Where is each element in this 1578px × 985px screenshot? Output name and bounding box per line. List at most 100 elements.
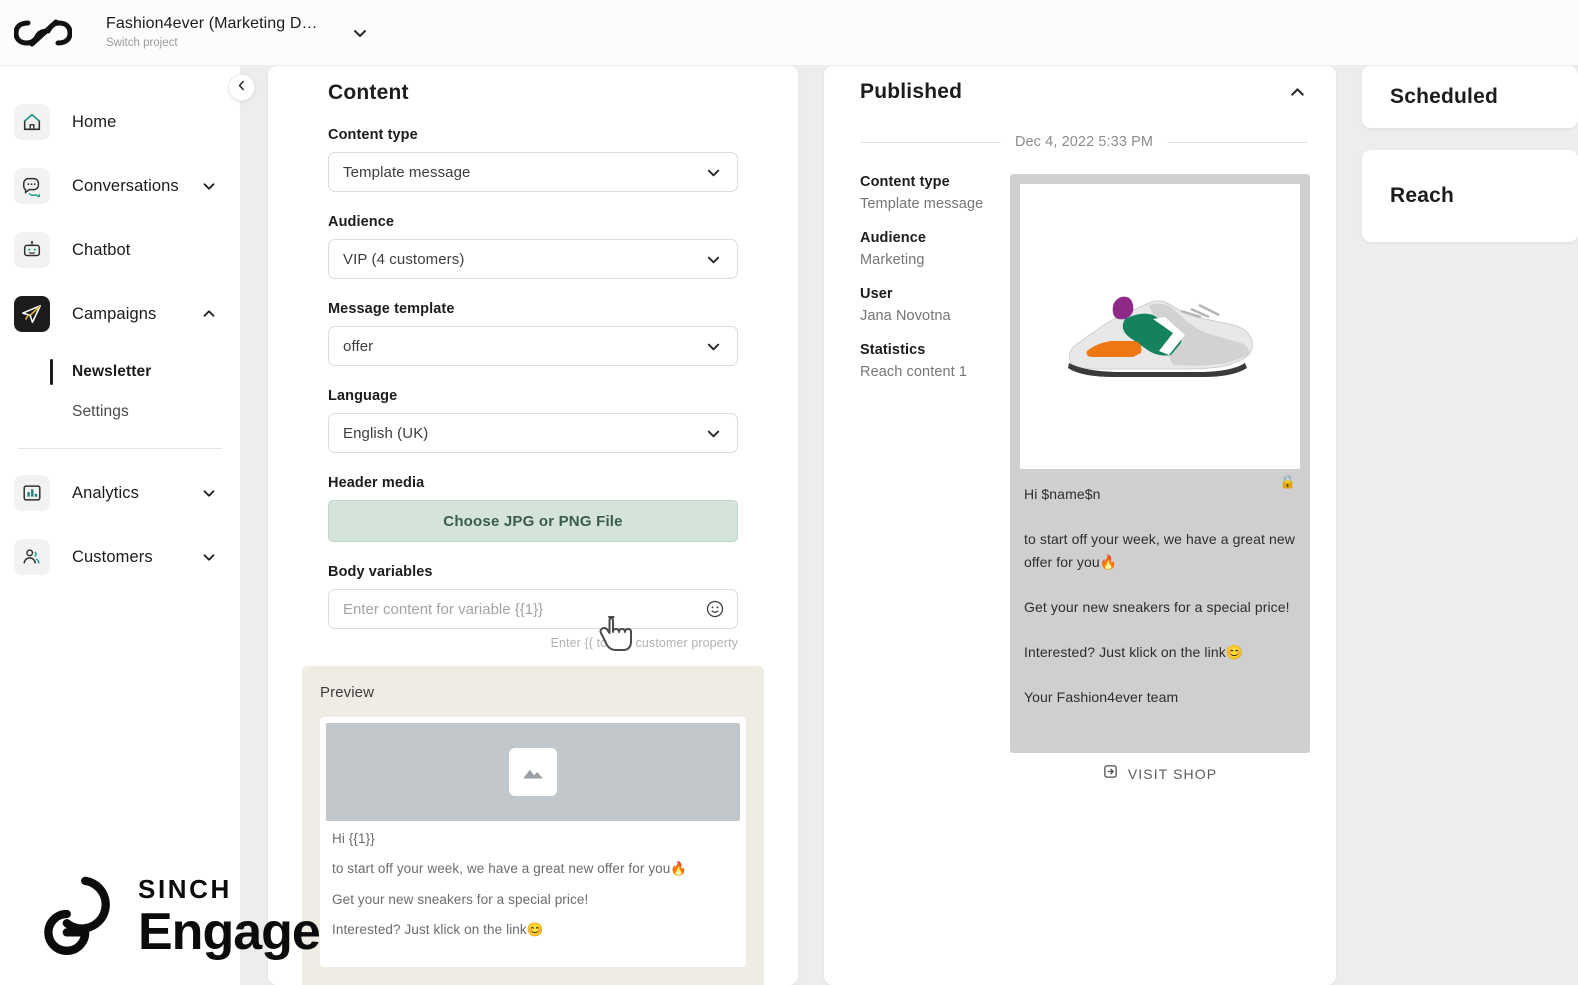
published-body: Content type Template message Audience M…	[846, 174, 1314, 790]
sidebar-item-label: Home	[72, 112, 117, 131]
chevron-left-icon	[235, 79, 248, 97]
chevron-down-icon	[704, 424, 723, 443]
body-variable-input[interactable]	[343, 600, 693, 618]
sidebar-item-chatbot[interactable]: Chatbot	[0, 224, 240, 276]
pin-icon: 🔒	[1279, 474, 1296, 489]
sidebar-subitem-newsletter[interactable]: Newsletter	[0, 352, 240, 392]
chevron-down-icon	[704, 163, 723, 182]
preview-message-card: Hi {{1}} to start off your week, we have…	[320, 717, 746, 967]
field-label: Body variables	[328, 564, 433, 580]
sidebar-item-label: Analytics	[72, 483, 139, 502]
select-value: Template message	[343, 163, 471, 181]
sidebar-divider	[18, 448, 222, 449]
bubble-line: Get your new sneakers for a special pric…	[1024, 599, 1290, 615]
published-date: Dec 4, 2022 5:33 PM	[1014, 134, 1154, 150]
image-placeholder-icon	[509, 748, 557, 796]
page-title: Content	[328, 81, 409, 104]
sidebar-item-label: Campaigns	[72, 304, 157, 323]
published-title: Published	[860, 80, 963, 103]
sinch-engage-logo: SINCH Engage	[30, 868, 321, 965]
field-body-variables: Body variables Enter {{ to add customer …	[288, 564, 778, 650]
scheduled-label: Scheduled	[1390, 85, 1498, 108]
chevron-down-icon	[704, 250, 723, 269]
language-select[interactable]: English (UK)	[328, 413, 738, 453]
sidebar-item-campaigns[interactable]: Campaigns	[0, 288, 240, 340]
field-label: Message template	[328, 301, 455, 317]
meta-value: Template message	[860, 196, 984, 212]
meta-value: Marketing	[860, 252, 925, 268]
sidebar-item-label: Conversations	[72, 176, 179, 195]
choose-file-button[interactable]: Choose JPG or PNG File	[328, 500, 738, 542]
switch-project-label: Switch project	[106, 36, 178, 49]
select-value: English (UK)	[343, 424, 429, 442]
logo-sinch-text: SINCH	[138, 873, 232, 904]
chevron-up-icon[interactable]	[200, 305, 218, 323]
reach-card[interactable]: Reach	[1362, 150, 1578, 242]
chevron-down-icon	[704, 337, 723, 356]
field-language: Language English (UK)	[288, 388, 778, 453]
preview-title: Preview	[320, 684, 375, 701]
chevron-down-icon[interactable]	[200, 484, 218, 502]
sidebar-item-analytics[interactable]: Analytics	[0, 467, 240, 519]
sneaker-photo	[1020, 184, 1300, 469]
chat-bubble-icon	[14, 168, 50, 204]
sidebar-subitem-label: Settings	[72, 403, 129, 420]
logo-engage-text: Engage	[138, 902, 321, 961]
sidebar-item-customers[interactable]: Customers	[0, 531, 240, 583]
field-header-media: Header media Choose JPG or PNG File	[288, 475, 778, 542]
paper-plane-icon	[14, 296, 50, 332]
field-label: Language	[328, 388, 398, 404]
sinch-infinity-logo	[10, 16, 76, 50]
sidebar-item-label: Chatbot	[72, 240, 131, 259]
meta-key: Audience	[860, 230, 927, 246]
sidebar-subitem-settings[interactable]: Settings	[0, 392, 240, 432]
home-icon	[14, 104, 50, 140]
meta-value: Jana Novotna	[860, 308, 951, 324]
divider-line	[860, 141, 1001, 143]
meta-key: Content type	[860, 174, 950, 190]
bar-chart-icon	[14, 475, 50, 511]
choose-file-label: Choose JPG or PNG File	[443, 512, 623, 530]
scheduled-card[interactable]: Scheduled	[1362, 66, 1578, 128]
sinch-circle-logo	[30, 868, 122, 965]
published-date-row: Dec 4, 2022 5:33 PM	[860, 134, 1308, 150]
content-panel: Content Content type Template message Au…	[268, 66, 798, 985]
right-panel: Scheduled Reach	[1362, 66, 1578, 985]
smiley-face-icon[interactable]	[705, 599, 725, 619]
sidebar-collapse-button[interactable]	[228, 74, 255, 101]
divider-line	[1167, 141, 1308, 143]
logo-wordmark: SINCH Engage	[138, 873, 321, 961]
body-variable-input-wrap[interactable]	[328, 589, 738, 629]
preview-image-area	[326, 723, 740, 821]
published-panel: Published Dec 4, 2022 5:33 PM Content ty…	[824, 66, 1336, 985]
content-type-select[interactable]: Template message	[328, 152, 738, 192]
field-label: Audience	[328, 214, 395, 230]
reach-label: Reach	[1390, 184, 1455, 207]
project-switcher[interactable]: Fashion4ever (Marketing D… Switch projec…	[106, 14, 370, 52]
sidebar-item-home[interactable]: Home	[0, 96, 240, 148]
sidebar-item-conversations[interactable]: Conversations	[0, 160, 240, 212]
chevron-down-icon[interactable]	[350, 23, 370, 43]
external-link-icon	[1103, 764, 1118, 784]
visit-shop-button[interactable]: VISIT SHOP	[1010, 758, 1310, 790]
chevron-down-icon[interactable]	[200, 177, 218, 195]
field-content-type: Content type Template message	[288, 127, 778, 192]
audience-select[interactable]: VIP (4 customers)	[328, 239, 738, 279]
sidebar-item-label: Customers	[72, 547, 153, 566]
message-template-select[interactable]: offer	[328, 326, 738, 366]
chevron-down-icon[interactable]	[200, 548, 218, 566]
active-indicator	[50, 359, 53, 385]
people-icon	[14, 539, 50, 575]
field-label: Header media	[328, 475, 425, 491]
meta-key: User	[860, 286, 893, 302]
message-preview-column: 🔒 Hi $name$n to start off your week, we …	[1010, 174, 1314, 790]
chevron-up-icon[interactable]	[1287, 82, 1308, 103]
bubble-line: Your Fashion4ever team	[1024, 689, 1179, 705]
preview-line: to start off your week, we have a great …	[332, 861, 688, 876]
preview-line: Get your new sneakers for a special pric…	[332, 892, 589, 907]
bubble-line: Interested? Just klick on the link😊	[1024, 644, 1244, 660]
preview-body: Hi {{1}} to start off your week, we have…	[326, 821, 740, 938]
meta-key: Statistics	[860, 342, 926, 358]
preview-line: Interested? Just klick on the link😊	[332, 922, 544, 937]
body-variable-hint: Enter {{ to add customer property	[550, 636, 738, 650]
